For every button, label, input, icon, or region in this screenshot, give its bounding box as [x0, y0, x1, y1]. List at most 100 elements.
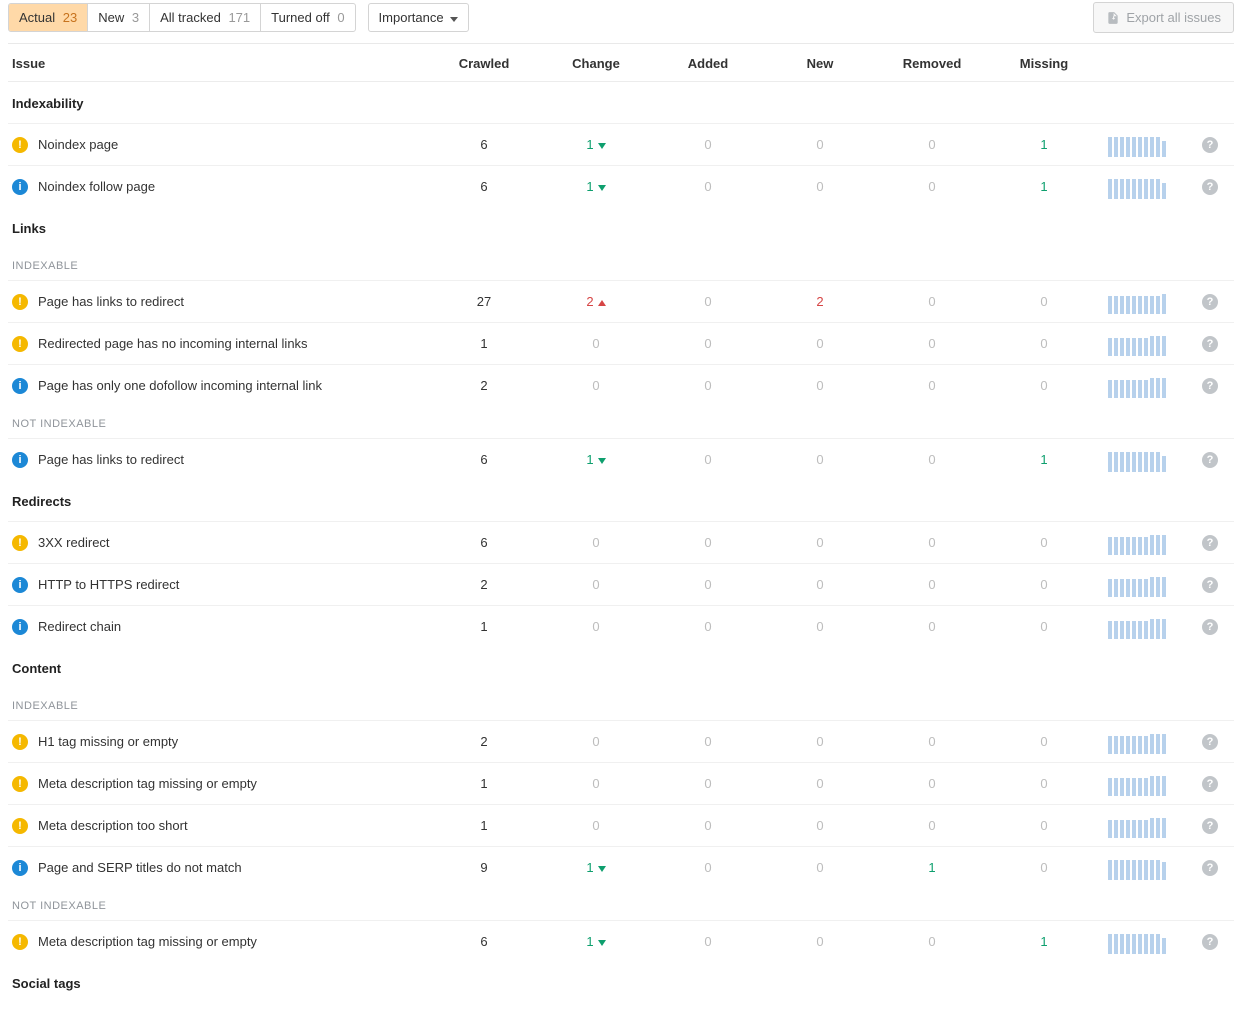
- col-missing: Missing: [988, 56, 1100, 71]
- help-icon[interactable]: ?: [1202, 336, 1218, 352]
- sparkline-chart: [1100, 133, 1188, 157]
- table-row: iPage and SERP titles do not match910010…: [8, 846, 1234, 888]
- sparkline-chart: [1100, 175, 1188, 199]
- value-cell: 2: [428, 577, 540, 592]
- filter-tab[interactable]: New 3: [88, 4, 150, 31]
- value-cell: 0: [988, 294, 1100, 309]
- value-cell: 0: [652, 294, 764, 309]
- value-cell: 0: [540, 535, 652, 550]
- help-icon[interactable]: ?: [1202, 734, 1218, 750]
- filter-tab[interactable]: Actual 23: [9, 4, 88, 31]
- value-cell: 0: [540, 734, 652, 749]
- sort-select[interactable]: Importance: [368, 3, 469, 32]
- row-menu-button[interactable]: [1239, 138, 1242, 157]
- arrow-down-icon: [598, 940, 606, 946]
- issue-name[interactable]: Page has links to redirect: [38, 294, 184, 309]
- help-icon[interactable]: ?: [1202, 818, 1218, 834]
- sparkline-chart: [1100, 772, 1188, 796]
- row-menu-button[interactable]: [1239, 819, 1242, 838]
- row-menu-button[interactable]: [1239, 453, 1242, 472]
- value-cell: 1: [428, 818, 540, 833]
- issue-name[interactable]: Redirected page has no incoming internal…: [38, 336, 308, 351]
- issue-name[interactable]: Redirect chain: [38, 619, 121, 634]
- table-row: iPage has links to redirect610001?: [8, 438, 1234, 480]
- filter-tab[interactable]: Turned off 0: [261, 4, 354, 31]
- help-icon[interactable]: ?: [1202, 179, 1218, 195]
- value-cell: 0: [540, 776, 652, 791]
- tab-label: New: [98, 10, 124, 25]
- col-crawled: Crawled: [428, 56, 540, 71]
- help-icon[interactable]: ?: [1202, 137, 1218, 153]
- row-menu-button[interactable]: [1239, 379, 1242, 398]
- row-menu-button[interactable]: [1239, 578, 1242, 597]
- issue-name[interactable]: Noindex page: [38, 137, 118, 152]
- export-all-button[interactable]: Export all issues: [1093, 2, 1234, 33]
- tab-label: All tracked: [160, 10, 221, 25]
- help-icon[interactable]: ?: [1202, 294, 1218, 310]
- sparkline-chart: [1100, 290, 1188, 314]
- value-cell: 2: [540, 294, 652, 309]
- row-menu-button[interactable]: [1239, 935, 1242, 954]
- help-icon[interactable]: ?: [1202, 577, 1218, 593]
- help-icon[interactable]: ?: [1202, 619, 1218, 635]
- warning-icon: !: [12, 934, 28, 950]
- value-cell: 1: [988, 179, 1100, 194]
- value-cell: 1: [540, 860, 652, 875]
- row-menu-button[interactable]: [1239, 295, 1242, 314]
- issue-name[interactable]: 3XX redirect: [38, 535, 110, 550]
- info-icon: i: [12, 577, 28, 593]
- value-cell: 0: [876, 336, 988, 351]
- filter-tab[interactable]: All tracked 171: [150, 4, 261, 31]
- value-cell: 0: [764, 577, 876, 592]
- issue-name[interactable]: Noindex follow page: [38, 179, 155, 194]
- help-icon[interactable]: ?: [1202, 934, 1218, 950]
- issue-name[interactable]: HTTP to HTTPS redirect: [38, 577, 179, 592]
- value-cell: 0: [652, 179, 764, 194]
- value-cell: 0: [540, 378, 652, 393]
- value-cell: 0: [652, 776, 764, 791]
- issue-name[interactable]: Meta description too short: [38, 818, 188, 833]
- value-cell: 0: [988, 818, 1100, 833]
- value-cell: 1: [540, 452, 652, 467]
- value-cell: 6: [428, 137, 540, 152]
- section-title: Indexability: [8, 82, 1234, 123]
- help-icon[interactable]: ?: [1202, 535, 1218, 551]
- help-icon[interactable]: ?: [1202, 378, 1218, 394]
- value-cell: 9: [428, 860, 540, 875]
- row-menu-button[interactable]: [1239, 180, 1242, 199]
- help-icon[interactable]: ?: [1202, 452, 1218, 468]
- value-cell: 6: [428, 934, 540, 949]
- row-menu-button[interactable]: [1239, 735, 1242, 754]
- issue-name[interactable]: Page has links to redirect: [38, 452, 184, 467]
- arrow-down-icon: [598, 866, 606, 872]
- warning-icon: !: [12, 776, 28, 792]
- value-cell: 0: [652, 378, 764, 393]
- issue-name[interactable]: Meta description tag missing or empty: [38, 776, 257, 791]
- value-cell: 2: [428, 734, 540, 749]
- row-menu-button[interactable]: [1239, 861, 1242, 880]
- value-cell: 0: [764, 619, 876, 634]
- subsection-header: NOT INDEXABLE: [8, 888, 1234, 920]
- issue-name[interactable]: Page and SERP titles do not match: [38, 860, 242, 875]
- value-cell: 0: [652, 535, 764, 550]
- value-cell: 0: [652, 818, 764, 833]
- chevron-down-icon: [450, 10, 458, 25]
- row-menu-button[interactable]: [1239, 536, 1242, 555]
- row-menu-button[interactable]: [1239, 620, 1242, 639]
- col-change: Change: [540, 56, 652, 71]
- tab-count: 23: [63, 10, 77, 25]
- warning-icon: !: [12, 734, 28, 750]
- issue-name[interactable]: Meta description tag missing or empty: [38, 934, 257, 949]
- issue-name[interactable]: Page has only one dofollow incoming inte…: [38, 378, 322, 393]
- row-menu-button[interactable]: [1239, 337, 1242, 356]
- warning-icon: !: [12, 137, 28, 153]
- help-icon[interactable]: ?: [1202, 776, 1218, 792]
- value-cell: 6: [428, 452, 540, 467]
- issue-name[interactable]: H1 tag missing or empty: [38, 734, 178, 749]
- row-menu-button[interactable]: [1239, 777, 1242, 796]
- table-row: !3XX redirect600000?: [8, 521, 1234, 563]
- help-icon[interactable]: ?: [1202, 860, 1218, 876]
- info-icon: i: [12, 619, 28, 635]
- tab-label: Turned off: [271, 10, 330, 25]
- value-cell: 2: [428, 378, 540, 393]
